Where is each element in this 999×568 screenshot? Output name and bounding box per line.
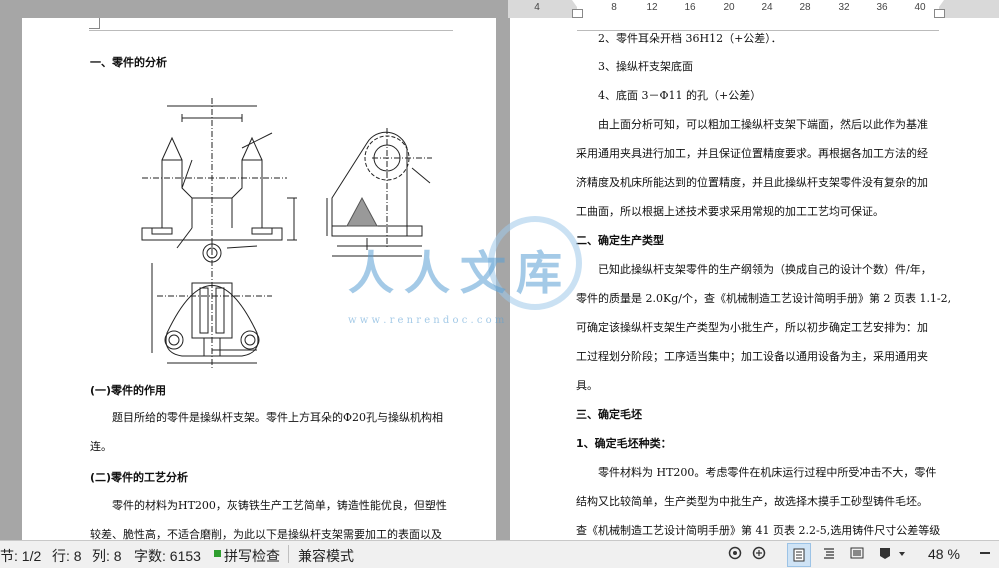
zoom-out-icon[interactable]	[978, 546, 992, 560]
header-line	[89, 30, 453, 31]
ruler-tick: 12	[646, 2, 658, 13]
watermark-text: 人人文库	[348, 246, 572, 300]
right-indent-marker-base[interactable]	[934, 9, 945, 18]
paragraph-line: 结构又比较简单，生产类型为中批生产，故选择木摸手工砂型铸件毛坯。	[576, 495, 928, 508]
left-indent-marker[interactable]	[572, 9, 583, 18]
watermark-url: w w w . r e n r e n d o c . c o m	[348, 315, 505, 326]
ruler-tick: 20	[723, 2, 735, 13]
list-item: 4、底面 3－Φ11 的孔（+公差）	[598, 89, 762, 102]
ruler-tick: 4	[534, 2, 540, 13]
paragraph-line: 具。	[576, 379, 598, 392]
paragraph-line: 查《机械制造工艺设计简明手册》第 41 页表 2.2-5,选用铸件尺寸公差等级	[576, 524, 941, 537]
page-indicator[interactable]: 节: 1/2	[0, 546, 41, 566]
ruler-tick: 24	[761, 2, 773, 13]
paragraph-line: 已知此操纵杆支架零件的生产纲领为（换成自己的设计个数）件/年，	[598, 263, 932, 276]
compat-mode: 兼容模式	[298, 548, 354, 564]
status-bar: 节: 1/2 行: 8 列: 8 字数: 6153 拼写检查 兼容模式 48 %	[0, 540, 999, 568]
line-indicator[interactable]: 行: 8	[52, 546, 82, 566]
paragraph-line: 零件的材料为HT200，灰铸铁生产工艺简单，铸造性能优良，但塑性	[112, 499, 447, 512]
paragraph-line: 济精度及机床所能达到的位置精度，并且此操纵杆支架零件没有复杂的加	[576, 176, 928, 189]
reading-mode-icon[interactable]	[878, 546, 892, 560]
ruler-tick: 40	[914, 2, 926, 13]
paragraph-line: 零件材料为 HT200。考虑零件在机床运行过程中所受冲击不大，零件	[598, 466, 937, 479]
heading-process-analysis: (二)零件的工艺分析	[90, 471, 189, 484]
header-line	[577, 30, 939, 31]
paragraph-line: 可确定该操纵杆支架生产类型为小批生产，所以初步确定工艺安排为：加	[576, 321, 928, 334]
status-divider	[288, 545, 289, 563]
paragraph-line: 零件的质量是 2.0Kg/个，查《机械制造工艺设计简明手册》第 2 页表 1.1…	[576, 292, 952, 305]
paragraph-line: 由上面分析可知，可以粗加工操纵杆支架下端面，然后以此作为基准	[598, 118, 928, 131]
first-line-indent-marker[interactable]	[572, 0, 582, 7]
ruler-tick: 28	[799, 2, 811, 13]
chevron-down-icon[interactable]	[898, 550, 906, 558]
heading-blank-type: 1、确定毛坯种类：	[576, 437, 672, 450]
list-item: 3、操纵杆支架底面	[598, 60, 693, 73]
zoom-level[interactable]: 48 %	[928, 546, 960, 562]
paragraph-line: 工过程划分阶段；工序适当集中；加工设备以通用设备为主，采用通用夹	[576, 350, 928, 363]
heading-blank: 三、确定毛坯	[576, 408, 642, 421]
web-view-icon[interactable]	[850, 546, 864, 560]
margin-corner	[89, 18, 100, 29]
spell-check-button[interactable]: 拼写检查	[224, 546, 280, 566]
outline-view-icon[interactable]	[822, 546, 836, 560]
focus-mode-icon[interactable]	[728, 546, 742, 560]
paragraph-line: 采用通用夹具进行加工，并且保证位置精度要求。再根据各加工方法的经	[576, 147, 928, 160]
ruler-tick: 16	[684, 2, 696, 13]
display-options-icon[interactable]	[752, 546, 766, 560]
page-view-icon[interactable]	[792, 548, 806, 562]
spell-check-icon	[214, 550, 221, 557]
column-indicator[interactable]: 列: 8	[92, 546, 122, 566]
ruler-tick: 36	[876, 2, 888, 13]
paragraph-line: 题目所给的零件是操纵杆支架。零件上方耳朵的Φ20孔与操纵机构相	[112, 411, 444, 424]
ruler-tick: 8	[611, 2, 617, 13]
right-indent-marker[interactable]	[934, 0, 944, 7]
paragraph-line: 连。	[90, 440, 112, 453]
heading-part-function: (一)零件的作用	[90, 384, 167, 397]
list-item: 2、零件耳朵开档 36H12（+公差）．	[598, 32, 782, 45]
watermark-logo: 人人文库 w w w . r e n r e n d o c . c o m	[340, 215, 600, 345]
word-count[interactable]: 字数: 6153	[134, 546, 201, 566]
horizontal-ruler[interactable]: 4 8 12 16 20 24 28 32 36 40	[0, 0, 999, 18]
heading-part-analysis: 一、零件的分析	[90, 56, 167, 69]
paragraph-line: 工曲面，所以根据上述技术要求采用常规的加工工艺均可保证。	[576, 205, 884, 218]
ruler-tick: 32	[838, 2, 850, 13]
